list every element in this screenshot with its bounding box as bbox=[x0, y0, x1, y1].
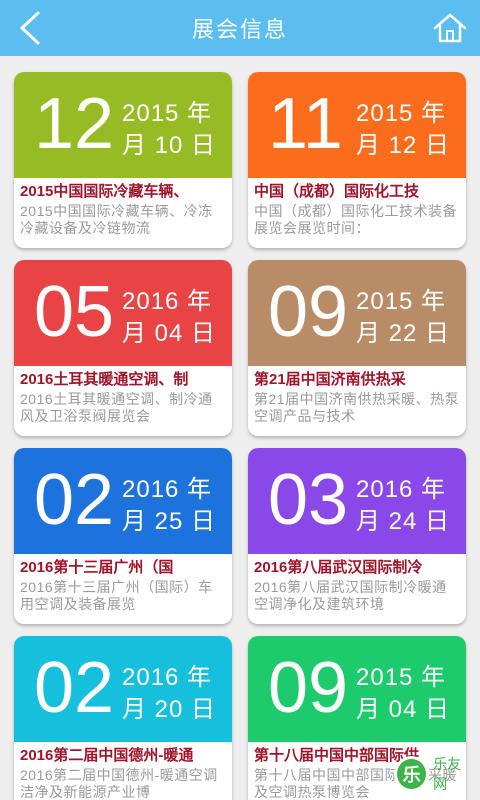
date-year: 2016 年 bbox=[122, 664, 213, 691]
leyou-logo-icon: 乐 bbox=[394, 756, 430, 792]
app-header: 展会信息 bbox=[0, 0, 480, 56]
date-month-day: 月 04 日 bbox=[356, 696, 451, 723]
date-banner: 09 2015 年月 22 日 bbox=[248, 260, 466, 366]
date-month-day: 月 24 日 bbox=[356, 508, 451, 535]
date-day: 11 bbox=[268, 84, 343, 164]
watermark-text: 乐友网 bbox=[433, 756, 462, 792]
date-banner: 02 2016 年月 25 日 bbox=[14, 448, 232, 554]
date-banner: 05 2016 年月 04 日 bbox=[14, 260, 232, 366]
date-day: 12 bbox=[34, 84, 115, 164]
exhibition-card[interactable]: 02 2016 年月 25 日 2016第十三届广州（国 2016第十三届广州（国际）… bbox=[14, 448, 232, 624]
date-year: 2016 年 bbox=[122, 476, 213, 503]
date-year: 2015 年 bbox=[356, 100, 447, 127]
date-banner: 09 2015 年月 04 日 bbox=[248, 636, 466, 742]
date-year: 2015 年 bbox=[356, 288, 447, 315]
date-banner: 03 2016 年月 24 日 bbox=[248, 448, 466, 554]
date-month-day: 月 04 日 bbox=[122, 320, 217, 347]
exhibition-description: 2016第十三届广州（国际）车用空调及装备展览 bbox=[20, 579, 213, 612]
exhibition-title: 第21届中国济南供热采 bbox=[254, 371, 406, 388]
date-day: 09 bbox=[268, 272, 349, 352]
date-month-day: 月 22 日 bbox=[356, 320, 451, 347]
back-button[interactable] bbox=[8, 6, 52, 50]
exhibition-card[interactable]: 12 2015 年月 10 日 2015中国国际冷藏车辆、 2015中国国际冷藏车辆、… bbox=[14, 72, 232, 248]
exhibition-description: 2016第二届中国德州-暖通空调洁净及新能源产业博 bbox=[20, 767, 218, 800]
exhibition-title: 2016第十三届广州（国 bbox=[20, 559, 174, 576]
exhibition-description: 2015中国国际冷藏车辆、冷冻冷藏设备及冷链物流 bbox=[20, 203, 213, 236]
date-month-day: 月 10 日 bbox=[122, 132, 217, 159]
exhibition-card[interactable]: 05 2016 年月 04 日 2016土耳其暖通空调、制 2016土耳其暖通空调、制… bbox=[14, 260, 232, 436]
exhibition-title: 2016第二届中国德州-暖通 bbox=[20, 747, 194, 764]
page-title: 展会信息 bbox=[191, 18, 288, 43]
date-day: 09 bbox=[268, 648, 349, 728]
exhibition-card[interactable]: 11 2015 年月 12 日中国（成都）国际化工技中国（成都）国际化工技术装备展… bbox=[248, 72, 466, 248]
date-month-day: 月 20 日 bbox=[122, 696, 217, 723]
exhibition-description: 2016第八届武汉国际制冷暖通空调净化及建筑环境 bbox=[254, 579, 447, 612]
date-banner: 12 2015 年月 10 日 bbox=[14, 72, 232, 178]
exhibition-title: 2016第八届武汉国际制冷 bbox=[254, 559, 423, 576]
exhibition-description: 第21届中国济南供热采暖、热泵空调产品与技术 bbox=[254, 391, 460, 424]
date-year: 2015 年 bbox=[356, 664, 447, 691]
date-banner: 11 2015 年月 12 日 bbox=[248, 72, 466, 178]
exhibition-description: 2016土耳其暖通空调、制冷通风及卫浴泵阀展览会 bbox=[20, 391, 213, 424]
exhibition-title: 中国（成都）国际化工技 bbox=[254, 183, 420, 200]
chevron-left-icon bbox=[20, 11, 40, 45]
exhibition-card[interactable]: 09 2015 年月 22 日第21届中国济南供热采第21届中国济南供热采暖、热泵… bbox=[248, 260, 466, 436]
date-day: 02 bbox=[34, 460, 115, 540]
date-day: 03 bbox=[268, 460, 349, 540]
home-button[interactable] bbox=[428, 6, 472, 50]
date-month-day: 月 25 日 bbox=[122, 508, 217, 535]
date-day: 05 bbox=[34, 272, 115, 352]
exhibition-card[interactable]: 03 2016 年月 24 日 2016第八届武汉国际制冷 2016第八届武汉国际制冷… bbox=[248, 448, 466, 624]
date-banner: 02 2016 年月 20 日 bbox=[14, 636, 232, 742]
exhibition-description: 中国（成都）国际化工技术装备展览会展览时间： bbox=[254, 203, 457, 236]
date-day: 02 bbox=[34, 648, 115, 728]
exhibition-card[interactable]: 02 2016 年月 20 日 2016第二届中国德州-暖通 2016第二届中国德州-… bbox=[14, 636, 232, 800]
watermark: 乐 乐友网 bbox=[394, 754, 474, 794]
date-year: 2016 年 bbox=[356, 476, 447, 503]
date-year: 2015 年 bbox=[122, 100, 213, 127]
home-icon bbox=[433, 13, 467, 43]
exhibition-title: 2015中国国际冷藏车辆、 bbox=[20, 183, 189, 200]
exhibition-grid: 12 2015 年月 10 日 2015中国国际冷藏车辆、 2015中国国际冷藏车辆、… bbox=[0, 56, 480, 800]
date-year: 2016 年 bbox=[122, 288, 213, 315]
exhibition-title: 2016土耳其暖通空调、制 bbox=[20, 371, 189, 388]
date-month-day: 月 12 日 bbox=[356, 132, 451, 159]
